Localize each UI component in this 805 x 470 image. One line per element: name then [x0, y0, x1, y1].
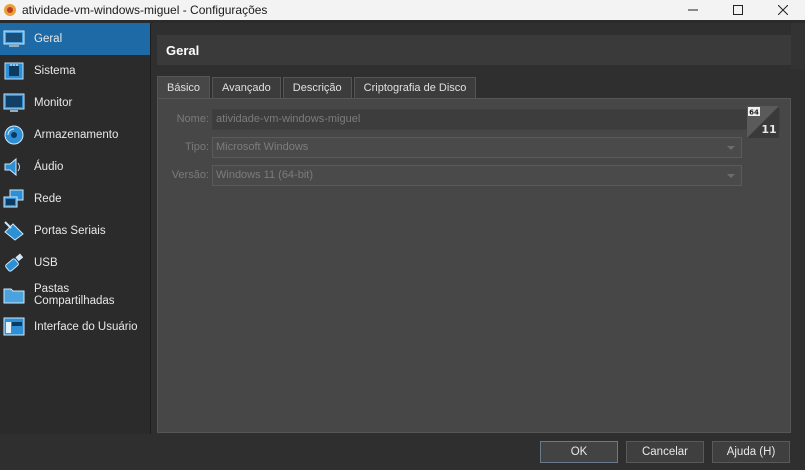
close-button[interactable]	[760, 0, 805, 20]
window-title: atividade-vm-windows-miguel - Configuraç…	[22, 3, 268, 17]
sidebar-item-label: Áudio	[34, 161, 64, 173]
settings-window: Geral Sistema Monitor Armazenamento Áudi…	[0, 23, 805, 470]
version-select[interactable]: Windows 11 (64-bit)	[212, 164, 742, 186]
name-value: atividade-vm-windows-miguel	[216, 113, 361, 125]
serial-port-icon	[3, 220, 25, 242]
sidebar-item-armazenamento[interactable]: Armazenamento	[0, 119, 150, 151]
sidebar-item-label: USB	[34, 257, 58, 269]
os-badge-top: 64	[749, 109, 759, 117]
sidebar-item-label: Interface do Usuário	[34, 321, 138, 333]
type-value: Microsoft Windows	[216, 141, 309, 153]
help-label: Ajuda (H)	[726, 446, 776, 458]
ok-label: OK	[570, 446, 588, 458]
minimize-icon	[687, 9, 698, 11]
tab-label: Descrição	[292, 82, 342, 94]
chevron-down-icon	[727, 145, 735, 150]
sidebar-item-usb[interactable]: USB	[0, 247, 150, 279]
settings-sidebar: Geral Sistema Monitor Armazenamento Áudi…	[0, 23, 151, 434]
section-title: Geral	[157, 35, 791, 65]
display-icon	[3, 92, 25, 114]
name-field[interactable]: atividade-vm-windows-miguel	[212, 108, 780, 130]
close-icon	[777, 5, 788, 15]
version-label: Versão:	[171, 169, 209, 181]
tab-avancado[interactable]: Avançado	[212, 77, 281, 98]
cancel-label: Cancelar	[641, 446, 689, 458]
storage-disc-icon	[3, 124, 25, 146]
name-label: Nome:	[176, 113, 209, 125]
minimize-button[interactable]	[670, 0, 715, 20]
sidebar-item-portas-seriais[interactable]: Portas Seriais	[0, 215, 150, 247]
sidebar-item-geral[interactable]: Geral	[0, 23, 150, 55]
sidebar-item-sistema[interactable]: Sistema	[0, 55, 150, 87]
type-select[interactable]: Microsoft Windows	[212, 136, 742, 158]
sidebar-item-label: Geral	[34, 33, 63, 45]
cancel-button[interactable]: Cancelar	[626, 441, 704, 463]
help-button[interactable]: Ajuda (H)	[712, 441, 790, 463]
maximize-button[interactable]	[715, 0, 760, 20]
tab-label: Criptografia de Disco	[363, 82, 467, 94]
type-row: Tipo: Microsoft Windows	[158, 136, 742, 158]
maximize-icon	[732, 5, 743, 15]
title-bar: atividade-vm-windows-miguel - Configuraç…	[0, 0, 805, 20]
general-icon	[3, 28, 25, 50]
network-icon	[3, 188, 25, 210]
version-value: Windows 11 (64-bit)	[216, 169, 313, 181]
sidebar-item-label: Pastas Compartilhadas	[34, 283, 115, 307]
shared-folder-icon	[3, 284, 25, 306]
tab-panel-basico: Nome: atividade-vm-windows-miguel Tipo: …	[157, 98, 791, 433]
name-row: Nome: atividade-vm-windows-miguel	[158, 108, 780, 130]
chevron-down-icon	[727, 173, 735, 178]
tab-criptografia-disco[interactable]: Criptografia de Disco	[353, 77, 477, 98]
user-interface-icon	[3, 316, 25, 338]
sidebar-item-label: Rede	[34, 193, 62, 205]
windows-11-64bit-icon: 64 11	[747, 106, 779, 138]
speaker-icon	[3, 156, 25, 178]
version-row: Versão: Windows 11 (64-bit)	[158, 164, 742, 186]
usb-icon	[3, 252, 25, 274]
sidebar-item-audio[interactable]: Áudio	[0, 151, 150, 183]
tab-basico[interactable]: Básico	[157, 76, 211, 98]
sidebar-item-rede[interactable]: Rede	[0, 183, 150, 215]
sidebar-item-pastas-compartilhadas[interactable]: Pastas Compartilhadas	[0, 279, 150, 311]
tab-bar: Básico Avançado Descrição Criptografia d…	[157, 76, 478, 98]
virtualbox-app-icon	[4, 4, 16, 16]
ok-button[interactable]: OK	[540, 441, 618, 463]
sidebar-item-monitor[interactable]: Monitor	[0, 87, 150, 119]
tab-label: Avançado	[222, 82, 271, 94]
sidebar-item-label: Portas Seriais	[34, 225, 106, 237]
tab-descricao[interactable]: Descrição	[282, 77, 352, 98]
os-badge-bottom: 11	[761, 123, 776, 136]
scroll-area-edge	[791, 23, 805, 69]
sidebar-item-label: Sistema	[34, 65, 76, 77]
sidebar-item-interface-usuario[interactable]: Interface do Usuário	[0, 311, 150, 343]
tab-label: Básico	[167, 81, 201, 94]
sidebar-item-label: Monitor	[34, 97, 73, 109]
settings-content: Geral Básico Avançado Descrição Criptogr…	[157, 35, 791, 433]
sidebar-item-label: Armazenamento	[34, 129, 119, 141]
system-chip-icon	[3, 60, 25, 82]
type-label: Tipo:	[184, 141, 209, 153]
